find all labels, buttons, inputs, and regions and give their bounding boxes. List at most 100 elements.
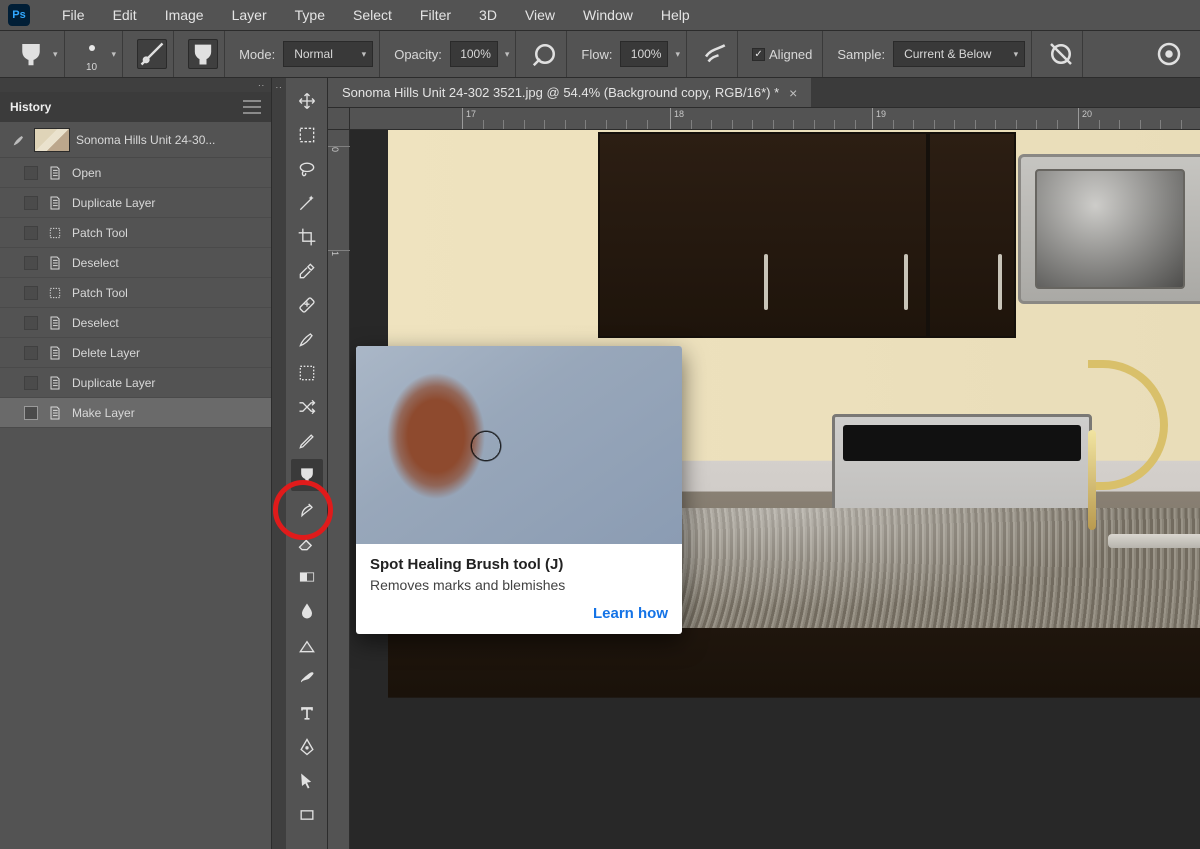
doc-tabstrip: Sonoma Hills Unit 24-302 3521.jpg @ 54.4…: [328, 78, 1200, 108]
app-logo: Ps: [8, 4, 30, 26]
opacity-input[interactable]: 100%: [450, 41, 498, 67]
history-row[interactable]: Deselect: [0, 248, 271, 278]
tool-tooltip: Spot Healing Brush tool (J) Removes mark…: [356, 346, 682, 634]
pen-tool[interactable]: [291, 731, 323, 763]
shape-tool[interactable]: [291, 799, 323, 831]
history-row-check: [24, 166, 38, 180]
tooltip-preview: [356, 346, 682, 544]
history-row[interactable]: Open: [0, 158, 271, 188]
sample-dropdown[interactable]: Current & Below ▾: [893, 41, 1025, 67]
smudge-tool[interactable]: [291, 663, 323, 695]
history-row-check: [24, 286, 38, 300]
sample-value: Current & Below: [904, 47, 991, 61]
mode-value: Normal: [294, 47, 333, 61]
history-row-label: Deselect: [72, 316, 119, 330]
menu-edit[interactable]: Edit: [99, 3, 151, 27]
airbrush-icon[interactable]: [701, 39, 731, 69]
panel-menu-icon[interactable]: [243, 100, 261, 114]
panel-collapse-strip[interactable]: ∙∙: [0, 78, 271, 92]
menu-view[interactable]: View: [511, 3, 569, 27]
menu-filter[interactable]: Filter: [406, 3, 465, 27]
crop-tool[interactable]: [291, 221, 323, 253]
flow-input[interactable]: 100%: [620, 41, 668, 67]
magic-wand-tool[interactable]: [291, 187, 323, 219]
doc-tab[interactable]: Sonoma Hills Unit 24-302 3521.jpg @ 54.4…: [328, 78, 811, 107]
menu-3d[interactable]: 3D: [465, 3, 511, 27]
menu-select[interactable]: Select: [339, 3, 406, 27]
history-row[interactable]: Deselect: [0, 308, 271, 338]
history-list: OpenDuplicate LayerPatch ToolDeselectPat…: [0, 158, 271, 849]
tooltip-title: Spot Healing Brush tool (J): [370, 556, 668, 573]
chevron-down-icon[interactable]: ▾: [53, 49, 58, 60]
history-snapshot-row[interactable]: Sonoma Hills Unit 24-30...: [0, 122, 271, 158]
chevron-down-icon[interactable]: ▾: [675, 49, 680, 60]
mode-dropdown[interactable]: Normal ▾: [283, 41, 373, 67]
brush-preview[interactable]: [79, 35, 105, 61]
sample-label: Sample:: [837, 47, 885, 62]
gradient-tool[interactable]: [291, 561, 323, 593]
history-row-check: [24, 316, 38, 330]
history-row[interactable]: Patch Tool: [0, 218, 271, 248]
ruler-tick: 18: [670, 108, 684, 129]
aligned-checkbox[interactable]: [752, 48, 765, 61]
history-panel-header[interactable]: History: [0, 92, 271, 122]
mode-label: Mode:: [239, 47, 275, 62]
learn-how-link[interactable]: Learn how: [356, 603, 682, 634]
target-icon[interactable]: [1154, 39, 1184, 69]
menu-help[interactable]: Help: [647, 3, 704, 27]
eyedropper-tool[interactable]: [291, 255, 323, 287]
menu-file[interactable]: File: [48, 3, 99, 27]
brush-size-readout: 10: [86, 62, 97, 73]
blur-tool[interactable]: [291, 595, 323, 627]
panel-collapse-strip[interactable]: ∙∙: [272, 78, 286, 849]
dodge-tool[interactable]: [291, 629, 323, 661]
shuffle-tool[interactable]: [291, 391, 323, 423]
ruler-vertical[interactable]: 01: [328, 130, 350, 849]
ignore-adj-icon[interactable]: [1046, 39, 1076, 69]
canvas[interactable]: Spot Healing Brush tool (J) Removes mark…: [350, 130, 1200, 849]
eraser-tool[interactable]: [291, 527, 323, 559]
pressure-opacity-icon[interactable]: [530, 39, 560, 69]
ruler-horizontal[interactable]: 1718192021: [328, 108, 1200, 130]
history-row-label: Duplicate Layer: [72, 376, 155, 390]
chevron-down-icon: ▾: [1014, 49, 1019, 60]
history-row[interactable]: Delete Layer: [0, 338, 271, 368]
ruler-tick: 0: [328, 146, 350, 152]
file-icon: [46, 314, 64, 332]
menu-window[interactable]: Window: [569, 3, 647, 27]
history-row[interactable]: Duplicate Layer: [0, 188, 271, 218]
history-row[interactable]: Make Layer: [0, 398, 271, 428]
history-brush-tool[interactable]: [291, 493, 323, 525]
frame-tool[interactable]: [291, 357, 323, 389]
ruler-tick: 19: [872, 108, 886, 129]
tooltip-subtitle: Removes marks and blemishes: [370, 577, 668, 593]
move-tool[interactable]: [291, 85, 323, 117]
clone-panel-icon[interactable]: [188, 39, 218, 69]
history-panel: ∙∙ History Sonoma Hills Unit 24-30... Op…: [0, 78, 272, 849]
brush-tool[interactable]: [291, 323, 323, 355]
file-icon: [46, 164, 64, 182]
history-row[interactable]: Duplicate Layer: [0, 368, 271, 398]
file-icon: [46, 344, 64, 362]
marquee-tool[interactable]: [291, 119, 323, 151]
chevron-down-icon[interactable]: ▾: [505, 49, 510, 60]
tool-preset-icon[interactable]: [16, 39, 46, 69]
pressure-size-icon[interactable]: [137, 39, 167, 69]
close-icon[interactable]: ×: [789, 85, 797, 101]
file-icon: [46, 194, 64, 212]
menu-type[interactable]: Type: [281, 3, 339, 27]
patch-icon: [46, 284, 64, 302]
chevron-down-icon[interactable]: ▾: [112, 49, 117, 60]
lasso-tool[interactable]: [291, 153, 323, 185]
type-tool[interactable]: [291, 697, 323, 729]
spot-heal-tool[interactable]: [291, 289, 323, 321]
history-row-check: [24, 406, 38, 420]
history-row[interactable]: Patch Tool: [0, 278, 271, 308]
clone-stamp-tool[interactable]: [291, 459, 323, 491]
pencil-tool[interactable]: [291, 425, 323, 457]
aligned-label: Aligned: [769, 47, 812, 62]
file-icon: [46, 404, 64, 422]
menu-image[interactable]: Image: [151, 3, 218, 27]
path-select-tool[interactable]: [291, 765, 323, 797]
menu-layer[interactable]: Layer: [218, 3, 281, 27]
